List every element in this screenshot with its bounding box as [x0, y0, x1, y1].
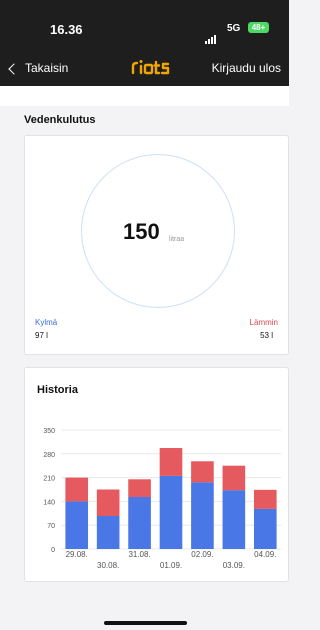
app-logo	[131, 58, 171, 81]
chevron-left-icon	[8, 62, 20, 75]
logout-button[interactable]: Kirjaudu ulos	[212, 61, 281, 75]
bar-cold[interactable]	[96, 516, 120, 549]
network-type: 5G	[227, 23, 241, 34]
x-tick-label: 30.08.	[97, 561, 119, 570]
y-tick-label: 280	[43, 452, 55, 459]
home-indicator[interactable]	[104, 621, 187, 625]
bar-hot[interactable]	[159, 448, 183, 476]
x-tick-label: 01.09.	[160, 561, 182, 570]
bar-cold[interactable]	[222, 490, 246, 549]
y-tick-label: 70	[47, 523, 55, 530]
x-tick-label: 04.09.	[254, 550, 276, 559]
signal-icon	[205, 26, 217, 44]
riots-logo	[131, 60, 170, 75]
battery-icon: 48+	[248, 22, 269, 33]
bar-hot[interactable]	[96, 489, 120, 517]
x-tick-label: 29.08.	[66, 550, 88, 559]
y-tick-label: 0	[51, 547, 55, 554]
bar-cold[interactable]	[253, 508, 277, 549]
cold-water-value: 97 l	[35, 331, 48, 340]
history-card: Historia 0 70 140 210 280 350 29.08. 30.08. 31.0…	[24, 367, 289, 582]
bar-hot[interactable]	[222, 465, 246, 491]
bar-hot[interactable]	[128, 479, 151, 497]
history-chart: 0 70 140 210 280 350 29.08. 30.08. 31.08. 01.09. 0…	[43, 428, 281, 570]
header-strip	[0, 86, 289, 106]
usage-total: 150	[123, 219, 160, 244]
y-tick-label: 210	[43, 476, 55, 483]
hot-water-label: Lämmin	[249, 318, 278, 327]
nav-bar: Takaisin Kirjaudu ulos	[0, 52, 289, 86]
bar-cold[interactable]	[65, 501, 89, 549]
bar-cold[interactable]	[191, 482, 214, 549]
hot-water-value: 53 l	[260, 331, 273, 340]
bar-hot[interactable]	[253, 489, 277, 509]
bar-cold[interactable]	[128, 496, 151, 549]
usage-unit: litraa	[169, 236, 185, 243]
x-tick-label: 02.09.	[191, 550, 213, 559]
section-title: Vedenkulutus	[24, 114, 96, 126]
usage-card: 150 litraa Kylmä 97 l Lämmin 53 l	[24, 135, 289, 355]
back-label: Takaisin	[25, 61, 69, 75]
status-time: 16.36	[50, 22, 83, 37]
y-tick-label: 140	[43, 499, 55, 506]
y-tick-label: 350	[43, 428, 55, 435]
back-button[interactable]: Takaisin	[8, 61, 69, 75]
bar-cold[interactable]	[159, 475, 183, 549]
bar-hot[interactable]	[65, 477, 89, 502]
bar-hot[interactable]	[191, 461, 214, 483]
x-tick-label: 03.09.	[223, 561, 245, 570]
cold-water-label: Kylmä	[35, 318, 58, 327]
x-tick-label: 31.08.	[128, 550, 150, 559]
status-bar: 16.36 5G 48+	[0, 0, 289, 52]
